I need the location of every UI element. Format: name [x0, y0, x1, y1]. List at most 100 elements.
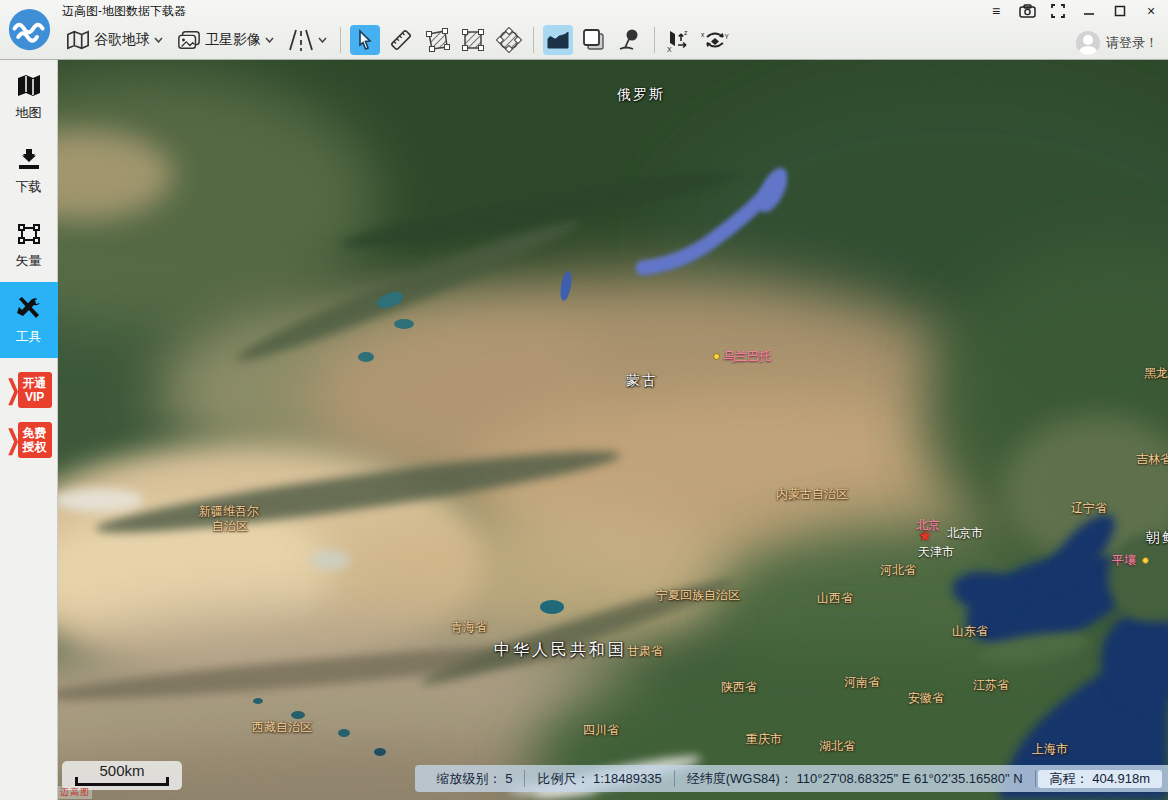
login-label: 请登录！ [1106, 34, 1158, 52]
map-label: 湖北省 [819, 738, 855, 755]
avatar [1076, 31, 1100, 55]
svg-text:x: x [701, 31, 705, 38]
cursor-tool-button[interactable] [350, 25, 380, 55]
layer-type-label: 卫星影像 [205, 31, 261, 49]
road-overlay-dropdown[interactable] [284, 28, 331, 52]
frame-icon [582, 28, 606, 52]
status-separator [1035, 770, 1036, 787]
map-label: 上海市 [1032, 741, 1068, 758]
layer-image-icon [177, 29, 201, 51]
xyz-axis-button[interactable]: X z [664, 25, 694, 55]
map-source-label: 谷歌地球 [94, 31, 150, 49]
map-label: 辽宁省 [1071, 500, 1107, 517]
map-label: 安徽省 [908, 690, 944, 707]
circle-icon [496, 27, 522, 53]
vector-icon [15, 221, 43, 247]
layer-type-dropdown[interactable]: 卫星影像 [173, 29, 278, 51]
placemark-icon [618, 28, 642, 52]
map-label: 山东省 [952, 623, 988, 640]
sidebar-item-map[interactable]: 地图 [0, 60, 58, 134]
zoom-value: 5 [505, 771, 512, 786]
chevron-down-icon [318, 37, 327, 43]
chevron-down-icon [154, 37, 163, 43]
map-label: 平壤 [1112, 552, 1136, 569]
window-controls: ≡ × [985, 2, 1162, 20]
placemark-tool-button[interactable] [615, 25, 645, 55]
elevation-value: 404.918m [1092, 771, 1150, 786]
login-area[interactable]: 请登录！ [1076, 31, 1158, 55]
rectangle-tool-button[interactable] [458, 25, 488, 55]
toolbar-separator [654, 27, 655, 53]
map-source-icon [66, 29, 90, 51]
polygon-icon [424, 27, 450, 53]
map-marker-star: ★ [918, 530, 931, 542]
sidebar-item-label: 工具 [16, 328, 42, 346]
rectangle-icon [460, 27, 486, 53]
map-label: 江苏省 [973, 677, 1009, 694]
map-viewport[interactable]: 俄罗斯蒙古乌兰巴托黑龙江省吉林省辽宁省内蒙古自治区北京北京市天津市河北省朝鲜平壤… [58, 60, 1168, 800]
status-zoom: 缩放级别： 5 [425, 770, 525, 788]
menu-icon[interactable]: ≡ [985, 3, 1007, 19]
map-label: 内蒙古自治区 [776, 486, 848, 503]
map-label: 北京市 [947, 525, 983, 542]
rotate-view-button[interactable]: x Y [700, 25, 730, 55]
window-title: 迈高图-地图数据下载器 [62, 3, 186, 20]
map-marker-dot [713, 353, 720, 360]
map-label: 黑龙江省 [1144, 365, 1168, 382]
main-toolbar: 谷歌地球 卫星影像 [62, 22, 730, 58]
circle-tool-button[interactable] [494, 25, 524, 55]
badge-chevron-icon: ❯ [5, 424, 20, 457]
map-label: 宁夏回族自治区 [656, 587, 740, 604]
zoom-label: 缩放级别： [437, 770, 502, 788]
cursor-icon [355, 29, 375, 51]
maximize-icon[interactable] [1109, 3, 1131, 19]
map-label: 青海省 [451, 619, 487, 636]
map-label: 陕西省 [721, 679, 757, 696]
map-label: 四川省 [583, 722, 619, 739]
camera-icon[interactable] [1016, 3, 1038, 19]
map-label: 朝鲜 [1146, 529, 1168, 547]
free-badge-label: 免费授权 [18, 422, 52, 458]
scale-label: 比例尺： [537, 770, 589, 788]
status-coordinates: 经纬度(WGS84)： 110°27'08.68325" E 61°02'35.… [675, 770, 1035, 788]
toolbar-separator [340, 27, 341, 53]
download-icon [15, 147, 43, 173]
svg-text:X: X [667, 46, 672, 53]
map-label: 自治区 [212, 518, 248, 535]
close-icon[interactable]: × [1140, 3, 1162, 19]
sidebar-item-download[interactable]: 下载 [0, 134, 58, 208]
vip-badge[interactable]: ❯ 开通VIP [5, 372, 51, 408]
road-overlay-icon [288, 28, 314, 52]
map-source-dropdown[interactable]: 谷歌地球 [62, 29, 167, 51]
sidebar-item-tools[interactable]: 工具 [0, 282, 58, 358]
coord-value: 110°27'08.68325" E 61°02'35.16580" N [797, 771, 1023, 786]
map-label: 天津市 [918, 544, 954, 561]
map-label: 河北省 [880, 562, 916, 579]
terrain-tool-button[interactable] [543, 25, 573, 55]
app-logo-icon [7, 7, 52, 52]
xyz-axis-icon: X z [666, 27, 692, 53]
map-label: 河南省 [844, 674, 880, 691]
minimize-icon[interactable] [1078, 3, 1100, 19]
free-license-badge[interactable]: ❯ 免费授权 [5, 422, 51, 458]
map-label: 西藏自治区 [252, 719, 312, 736]
svg-text:z: z [684, 29, 688, 36]
badge-chevron-icon: ❯ [5, 374, 20, 407]
watermark: 迈高图 [58, 786, 92, 799]
scale-bar-bracket [75, 777, 169, 786]
map-label: 山西省 [817, 590, 853, 607]
polygon-tool-button[interactable] [422, 25, 452, 55]
map-label: 乌兰巴托 [723, 348, 771, 365]
sidebar: 地图 下载 矢量 工具 ❯ 开通VIP ❯ 免费授权 [0, 60, 58, 800]
frame-tool-button[interactable] [579, 25, 609, 55]
terrain-icon [546, 29, 570, 51]
ruler-tool-button[interactable] [386, 25, 416, 55]
vip-badge-label: 开通VIP [18, 372, 52, 408]
fullscreen-icon[interactable] [1047, 3, 1069, 19]
sidebar-item-vector[interactable]: 矢量 [0, 208, 58, 282]
tools-icon [14, 295, 44, 323]
sidebar-item-label: 下载 [16, 178, 42, 196]
sidebar-item-label: 矢量 [16, 252, 42, 270]
elevation-label: 高程： [1050, 770, 1089, 788]
ruler-icon [389, 28, 413, 52]
